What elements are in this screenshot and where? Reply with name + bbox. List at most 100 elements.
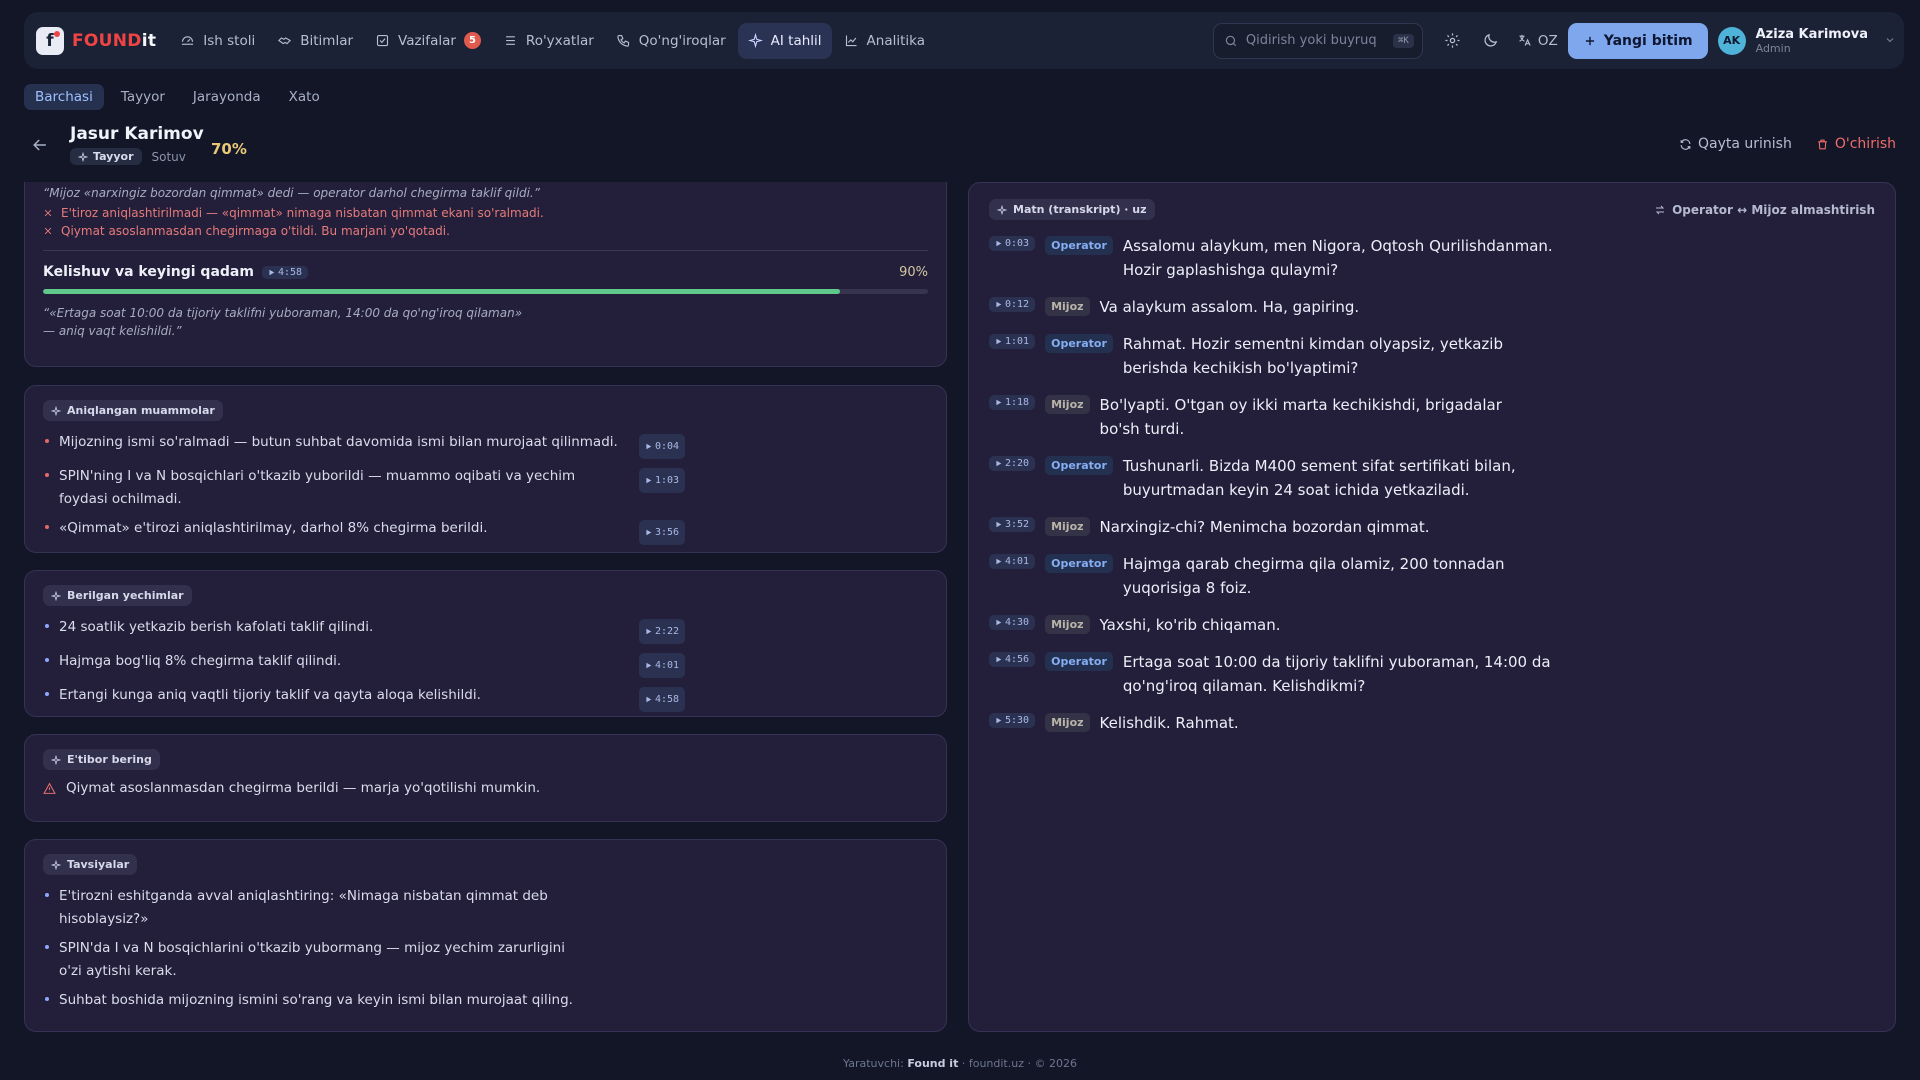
stage-error: Qiymat asoslanmasdan chegirmaga o'tildi.… [43, 224, 928, 238]
delete-button[interactable]: O'chirish [1816, 136, 1896, 152]
nav-item-ish-stoli[interactable]: Ish stoli [170, 23, 265, 59]
search-input[interactable]: Qidirish yoki buyruq ⌘K [1212, 22, 1423, 59]
list-icon [506, 36, 515, 45]
timestamp-link[interactable]: 4:01 [989, 554, 1036, 569]
transcript-line: 2:20 Operator Tushunarli. Bizda M400 semen… [989, 454, 1875, 502]
transcript-line: 0:12 Mijoz Va alaykum assalom. Ha, gapirin… [989, 295, 1875, 319]
sparkle-icon [51, 405, 61, 416]
timestamp-link[interactable]: 5:30 [989, 713, 1036, 728]
trash-icon [1818, 139, 1827, 149]
timestamp-link[interactable]: 4:58 [639, 687, 686, 712]
play-icon [646, 628, 652, 635]
nav-item-vazifalar[interactable]: Vazifalar 5 [365, 23, 491, 59]
speaker-badge: Mijoz [1045, 615, 1090, 634]
sparkle-icon [51, 590, 61, 601]
list-item: E'tirozni eshitganda avval aniqlashtirin… [43, 885, 928, 931]
speaker-badge: Operator [1045, 652, 1113, 671]
language-label: OZ [1537, 32, 1558, 49]
app-logo[interactable]: f FOUNDit [32, 26, 156, 55]
tab-xato[interactable]: Xato [278, 84, 331, 110]
play-icon [996, 460, 1002, 467]
timestamp-link[interactable]: 3:52 [989, 517, 1036, 532]
close-icon [44, 227, 52, 235]
utterance-text: Hajmga qarab chegirma qila olamiz, 200 t… [1122, 555, 1505, 597]
retry-label: Qayta urinish [1698, 136, 1792, 152]
delete-label: O'chirish [1834, 136, 1896, 152]
nav-item-qongiroqlar[interactable]: Qo'ng'iroqlar [606, 23, 736, 59]
tab-barchasi[interactable]: Barchasi [24, 84, 104, 110]
utterance-text: Kelishdik. Rahmat. [1099, 714, 1239, 732]
timestamp-link[interactable]: 4:01 [639, 653, 686, 678]
user-role: Admin [1755, 41, 1791, 55]
nav-item-ai-tahlil[interactable]: AI tahlil [737, 22, 832, 59]
tasks-count-badge: 5 [463, 32, 481, 49]
list-item: Hajmga bog'liq 8% chegirma taklif qilind… [43, 650, 928, 678]
play-icon [996, 399, 1002, 406]
timestamp-link[interactable]: 4:30 [989, 615, 1036, 630]
timestamp-link[interactable]: 4:56 [989, 652, 1036, 667]
stage-quote: “«Ertaga soat 10:00 da tijoriy taklifni … [43, 306, 523, 338]
utterance-text: Bo'lyapti. O'tgan oy ikki marta kechikis… [1099, 396, 1502, 438]
sparkle-icon [747, 33, 763, 48]
timestamp-link[interactable]: 0:04 [639, 434, 686, 459]
tab-jarayonda[interactable]: Jarayonda [182, 84, 272, 110]
stage-progress-bar [43, 289, 928, 294]
timestamp-link[interactable]: 4:58 [261, 265, 309, 279]
warning-icon [43, 782, 56, 794]
timestamp-link[interactable]: 3:56 [639, 520, 686, 545]
list-item: SPIN'ning I va N bosqichlari o'tkazib yu… [43, 465, 928, 511]
timestamp-link[interactable]: 2:22 [639, 619, 686, 644]
nav-label: Bitimlar [300, 32, 354, 49]
transcript-line: 5:30 Mijoz Kelishdik. Rahmat. [989, 711, 1875, 735]
warning-item: Qiymat asoslanmasdan chegirma berildi — … [43, 780, 928, 796]
chart-icon [845, 35, 857, 47]
timestamp-link[interactable]: 2:20 [989, 456, 1036, 471]
speaker-badge: Operator [1045, 554, 1113, 573]
theme-toggle-button[interactable] [1473, 23, 1509, 59]
stage-title: Kelishuv va keyingi qadam [43, 264, 254, 280]
new-deal-button[interactable]: Yangi bitim [1567, 22, 1708, 59]
sparkle-icon [78, 151, 88, 162]
timestamp-link[interactable]: 1:01 [989, 334, 1036, 349]
utterance-text: Rahmat. Hozir sementni kimdan olyapsiz, … [1122, 335, 1503, 377]
timestamp-link[interactable]: 0:12 [989, 297, 1036, 312]
user-menu[interactable]: AK Aziza Karimova Admin [1717, 26, 1896, 55]
timestamp-link[interactable]: 0:03 [989, 236, 1036, 251]
new-deal-label: Yangi bitim [1603, 32, 1693, 49]
footer-prefix: Yaratuvchi: [843, 1057, 904, 1070]
retry-button[interactable]: Qayta urinish [1679, 136, 1792, 152]
timestamp-link[interactable]: 1:18 [989, 395, 1036, 410]
transcript-line: 4:56 Operator Ertaga soat 10:00 da tijoriy… [989, 650, 1875, 698]
footer-separator: · [961, 1057, 966, 1070]
translate-icon [1519, 34, 1531, 46]
nav-item-analitika[interactable]: Analitika [834, 23, 935, 59]
play-icon [646, 662, 652, 669]
recommendations-card: Tavsiyalar E'tirozni eshitganda avval an… [24, 839, 947, 1032]
play-icon [996, 338, 1002, 345]
transcript-line: 1:18 Mijoz Bo'lyapti. O'tgan oy ikki marta… [989, 393, 1875, 441]
nav-label: Ro'yxatlar [525, 32, 594, 49]
language-switcher[interactable]: OZ [1517, 33, 1558, 49]
footer-site-link[interactable]: foundit.uz [969, 1057, 1024, 1070]
nav-item-royxatlar[interactable]: Ro'yxatlar [493, 23, 604, 59]
speaker-badge: Mijoz [1045, 297, 1090, 316]
nav-label: Ish stoli [203, 32, 256, 49]
settings-button[interactable] [1435, 23, 1471, 59]
list-item: «Qimmat» e'tirozi aniqlashtirilmay, darh… [43, 517, 928, 545]
nav-label: Vazifalar [398, 32, 456, 49]
swap-speakers-button[interactable]: Operator ↔ Mijoz almashtirish [1654, 203, 1875, 217]
transcript-lines: 0:03 Operator Assalomu alaykum, men Nigora… [989, 234, 1875, 735]
stage-score: 90% [899, 264, 928, 280]
back-button[interactable] [30, 135, 52, 157]
timestamp-link[interactable]: 1:03 [639, 468, 686, 493]
call-header: Jasur Karimov Tayyor Sotuv [70, 124, 204, 165]
top-navbar: f FOUNDit Ish stoli Bitimlar Vazifalar 5… [24, 12, 1904, 69]
stage-row: Kelishuv va keyingi qadam 4:58 90% [43, 264, 928, 280]
tab-tayyor[interactable]: Tayyor [110, 84, 176, 110]
section-label: Tavsiyalar [43, 854, 138, 875]
handshake-icon [278, 37, 292, 45]
swap-icon [1655, 205, 1665, 214]
section-label: Matn (transkript) · uz [989, 199, 1155, 220]
play-icon [996, 619, 1002, 626]
nav-item-bitimlar[interactable]: Bitimlar [267, 23, 363, 59]
